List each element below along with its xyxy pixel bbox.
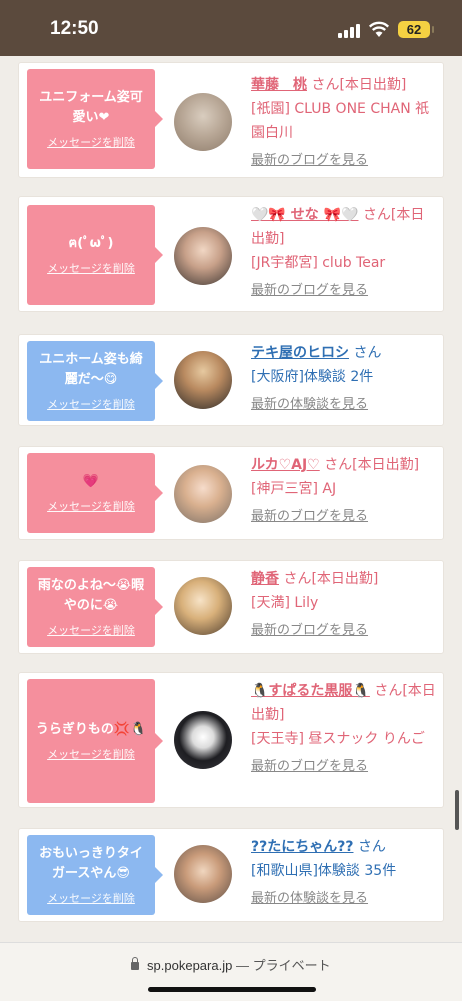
browser-address-bar[interactable]: sp.pokepara.jp — プライベート — [0, 942, 462, 1001]
delete-message-link[interactable]: メッセージを削除 — [47, 260, 135, 276]
card-info: 🐧すぱるた黒服🐧 さん[本日出勤] [天王寺] 昼スナック りんご 最新のブログ… — [251, 679, 437, 774]
message-card: 💗 メッセージを削除 ルカ♡AJ♡ さん[本日出勤] [神戸三宮] AJ 最新の… — [18, 446, 444, 540]
latest-review-link[interactable]: 最新の体験談を見る — [251, 887, 437, 906]
latest-blog-link[interactable]: 最新のブログを見る — [251, 619, 437, 638]
card-info: ??たにちゃん?? さん [和歌山県]体験談 35件 最新の体験談を見る — [251, 835, 437, 906]
review-info: [大阪府]体験談 2件 — [251, 369, 374, 385]
latest-blog-link[interactable]: 最新のブログを見る — [251, 755, 437, 774]
shop-info: [神戸三宮] AJ — [251, 481, 337, 497]
message-bubble: ユニフォーム姿可愛い❤ メッセージを削除 — [27, 69, 163, 169]
review-info: [和歌山県]体験談 35件 — [251, 863, 397, 879]
status-bar: 12:50 62 — [0, 0, 462, 56]
user-suffix: さん — [353, 345, 382, 361]
cast-name-link[interactable]: ルカ♡AJ♡ — [251, 457, 320, 473]
cast-status: さん[本日出勤] — [324, 457, 420, 473]
latest-blog-link[interactable]: 最新のブログを見る — [251, 149, 437, 168]
battery-indicator: 62 — [398, 21, 434, 38]
user-name-link[interactable]: テキ屋のヒロシ — [251, 345, 349, 361]
cast-status: さん[本日出勤] — [283, 571, 379, 587]
message-card: おもいっきりタイガースやん😎 メッセージを削除 ??たにちゃん?? さん [和歌… — [18, 828, 444, 922]
shop-info: [祇園] CLUB ONE CHAN 祇園白川 — [251, 101, 430, 141]
shop-info: [天満] Lily — [251, 595, 319, 611]
latest-review-link[interactable]: 最新の体験談を見る — [251, 393, 437, 412]
message-card: うらぎりもの💢🐧 メッセージを削除 🐧すぱるた黒服🐧 さん[本日出勤] [天王寺… — [18, 672, 444, 808]
delete-message-link[interactable]: メッセージを削除 — [47, 396, 135, 412]
avatar[interactable] — [174, 577, 232, 635]
message-text: ฅ(ﾟωﾟ) — [68, 236, 114, 251]
user-suffix: さん — [357, 839, 386, 855]
delete-message-link[interactable]: メッセージを削除 — [47, 746, 135, 762]
card-info: 🤍🎀 せな 🎀🤍 さん[本日出勤] [JR宇都宮] club Tear 最新のブ… — [251, 203, 437, 298]
delete-message-link[interactable]: メッセージを削除 — [47, 134, 135, 150]
message-text: うらぎりもの💢🐧 — [35, 722, 147, 737]
message-bubble: ฅ(ﾟωﾟ) メッセージを削除 — [27, 205, 163, 305]
message-text: ユニホーム姿も綺麗だ〜😋 — [39, 352, 143, 387]
scrollbar[interactable] — [455, 790, 459, 830]
message-bubble: おもいっきりタイガースやん😎 メッセージを削除 — [27, 835, 163, 915]
url-separator: — — [235, 958, 249, 973]
message-text: ユニフォーム姿可愛い❤ — [39, 90, 143, 125]
delete-message-link[interactable]: メッセージを削除 — [47, 890, 135, 906]
delete-message-link[interactable]: メッセージを削除 — [47, 622, 135, 638]
avatar[interactable] — [174, 711, 232, 769]
card-info: 華藤 桃 さん[本日出勤] [祇園] CLUB ONE CHAN 祇園白川 最新… — [251, 73, 437, 168]
home-indicator[interactable] — [148, 987, 316, 992]
cellular-signal-icon — [338, 22, 362, 38]
cast-name-link[interactable]: 🤍🎀 せな 🎀🤍 — [251, 207, 358, 223]
status-time: 12:50 — [50, 18, 99, 39]
private-mode-label: プライベート — [252, 958, 331, 973]
message-card: ユニフォーム姿可愛い❤ メッセージを削除 華藤 桃 さん[本日出勤] [祇園] … — [18, 62, 444, 178]
avatar[interactable] — [174, 351, 232, 409]
wifi-icon — [368, 21, 390, 37]
latest-blog-link[interactable]: 最新のブログを見る — [251, 505, 437, 524]
avatar[interactable] — [174, 465, 232, 523]
cast-status: さん[本日出勤] — [311, 77, 407, 93]
avatar[interactable] — [174, 93, 232, 151]
avatar[interactable] — [174, 227, 232, 285]
card-info: テキ屋のヒロシ さん [大阪府]体験談 2件 最新の体験談を見る — [251, 341, 437, 412]
message-card: ユニホーム姿も綺麗だ〜😋 メッセージを削除 テキ屋のヒロシ さん [大阪府]体験… — [18, 334, 444, 426]
delete-message-link[interactable]: メッセージを削除 — [47, 498, 135, 514]
cast-name-link[interactable]: 🐧すぱるた黒服🐧 — [251, 683, 370, 699]
message-bubble: 💗 メッセージを削除 — [27, 453, 163, 533]
message-bubble: ユニホーム姿も綺麗だ〜😋 メッセージを削除 — [27, 341, 163, 421]
message-bubble: うらぎりもの💢🐧 メッセージを削除 — [27, 679, 163, 803]
latest-blog-link[interactable]: 最新のブログを見る — [251, 279, 437, 298]
lock-icon — [131, 957, 140, 970]
cast-name-link[interactable]: 静香 — [251, 571, 279, 587]
card-info: ルカ♡AJ♡ さん[本日出勤] [神戸三宮] AJ 最新のブログを見る — [251, 453, 437, 524]
shop-info: [JR宇都宮] club Tear — [251, 255, 386, 271]
url-domain: sp.pokepara.jp — [147, 958, 233, 973]
message-text: 雨なのよね〜😭暇やのに😭 — [37, 578, 145, 613]
cast-name-link[interactable]: 華藤 桃 — [251, 77, 307, 93]
message-bubble: 雨なのよね〜😭暇やのに😭 メッセージを削除 — [27, 567, 163, 647]
shop-info: [天王寺] 昼スナック りんご — [251, 731, 425, 747]
message-card: 雨なのよね〜😭暇やのに😭 メッセージを削除 静香 さん[本日出勤] [天満] L… — [18, 560, 444, 654]
user-name-link[interactable]: ??たにちゃん?? — [251, 839, 353, 855]
message-card: ฅ(ﾟωﾟ) メッセージを削除 🤍🎀 せな 🎀🤍 さん[本日出勤] [JR宇都宮… — [18, 196, 444, 312]
url-display[interactable]: sp.pokepara.jp — プライベート — [0, 955, 462, 974]
message-text: 💗 — [82, 474, 100, 489]
card-info: 静香 さん[本日出勤] [天満] Lily 最新のブログを見る — [251, 567, 437, 638]
avatar[interactable] — [174, 845, 232, 903]
message-text: おもいっきりタイガースやん😎 — [39, 846, 143, 881]
